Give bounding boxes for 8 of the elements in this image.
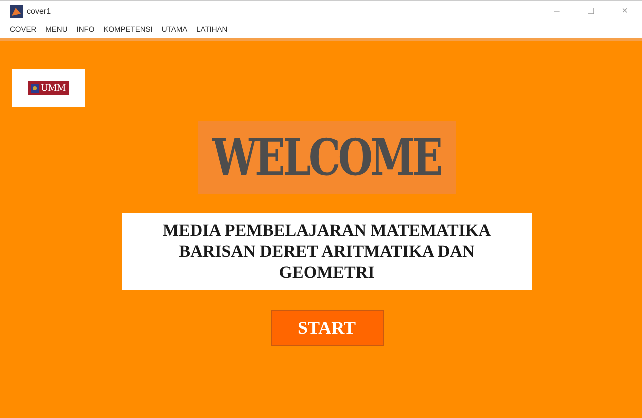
crest-icon	[30, 84, 39, 92]
subtitle-line: MEDIA PEMBELAJARAN MATEMATIKA	[162, 220, 492, 241]
subtitle-line: BARISAN DERET ARITMATIKA DAN	[179, 241, 475, 262]
welcome-banner: WELCOME	[198, 121, 456, 194]
app-icon	[10, 5, 23, 18]
logo: UMM	[28, 81, 69, 95]
window-title: cover1	[27, 6, 52, 18]
subtitle-line: GEOMETRI	[279, 262, 375, 283]
